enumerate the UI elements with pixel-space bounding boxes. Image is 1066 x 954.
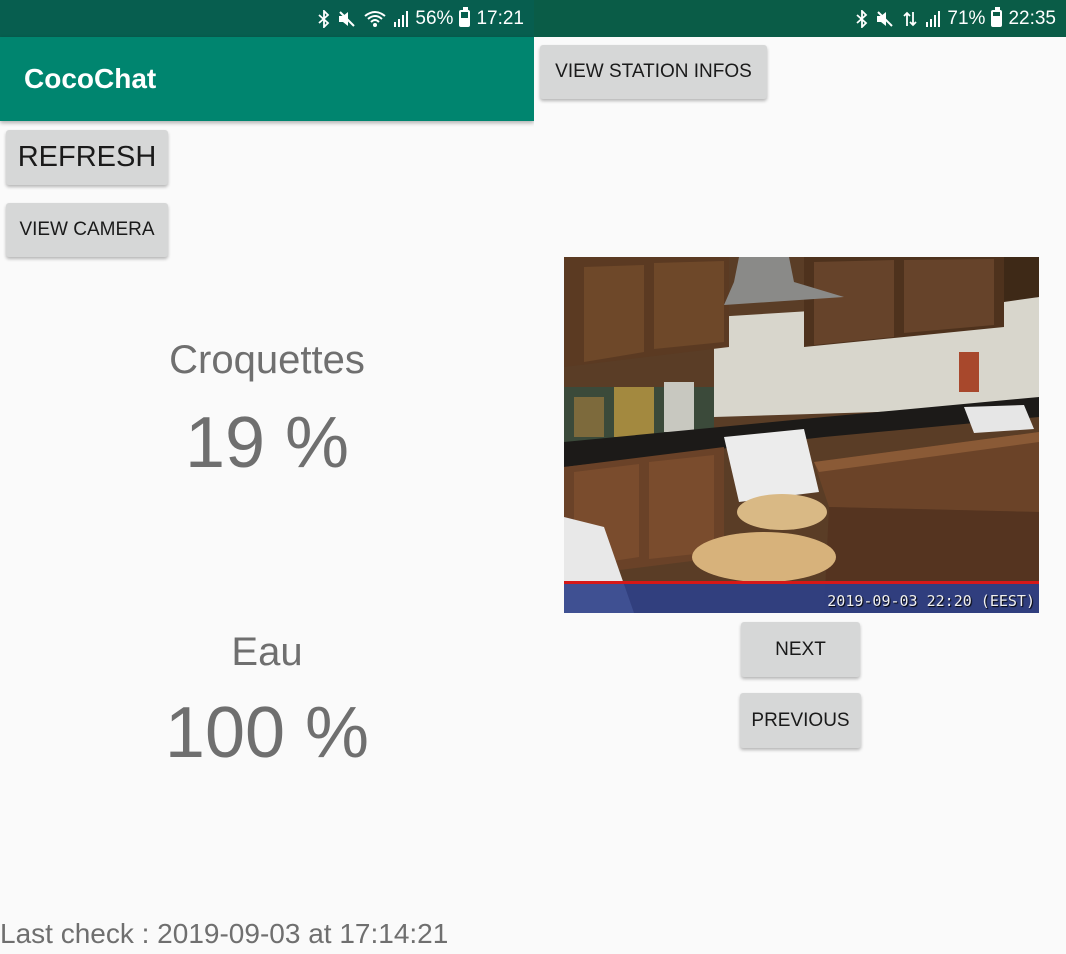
mute-icon	[337, 10, 357, 28]
battery-icon	[459, 7, 471, 27]
previous-button[interactable]: PREVIOUS	[740, 693, 861, 748]
battery-percentage: 56%	[415, 7, 454, 29]
view-camera-button[interactable]: VIEW CAMERA	[6, 203, 168, 257]
battery-percentage: 71%	[947, 7, 986, 29]
clock: 22:35	[1008, 7, 1056, 29]
app-bar: CocoChat	[0, 37, 534, 121]
last-check-text: Last check : 2019-09-03 at 17:14:21	[0, 918, 449, 949]
croquettes-value: 19 %	[184, 403, 350, 483]
wifi-icon	[364, 10, 387, 28]
view-station-infos-button[interactable]: VIEW STATION INFOS	[540, 45, 767, 99]
eau-label: Eau	[231, 630, 303, 674]
refresh-button[interactable]: REFRESH	[6, 130, 168, 185]
croquettes-label: Croquettes	[169, 338, 365, 382]
bluetooth-icon	[856, 9, 868, 28]
eau-value: 100 %	[164, 693, 370, 773]
clock: 17:21	[476, 7, 524, 29]
mute-icon	[875, 10, 895, 28]
app-title: CocoChat	[24, 63, 157, 94]
status-bar: 71% 22:35	[534, 0, 1066, 37]
next-button[interactable]: NEXT	[741, 622, 860, 677]
bluetooth-icon	[318, 9, 330, 28]
status-bar: 56% 17:21	[0, 0, 534, 37]
screen-status: 56% 17:21 CocoChat REFRESH VIEW CAMERA C…	[0, 0, 534, 954]
screen-camera: 71% 22:35 VIEW STATION INFOS 2019-09-03 …	[534, 0, 1066, 954]
signal-icon	[393, 10, 409, 27]
camera-image: 2019-09-03 22:20 (EEST)	[564, 257, 1039, 613]
data-icon	[902, 10, 918, 28]
camera-timestamp: 2019-09-03 22:20 (EEST)	[827, 592, 1035, 610]
battery-icon	[991, 7, 1003, 27]
signal-icon	[925, 10, 941, 27]
